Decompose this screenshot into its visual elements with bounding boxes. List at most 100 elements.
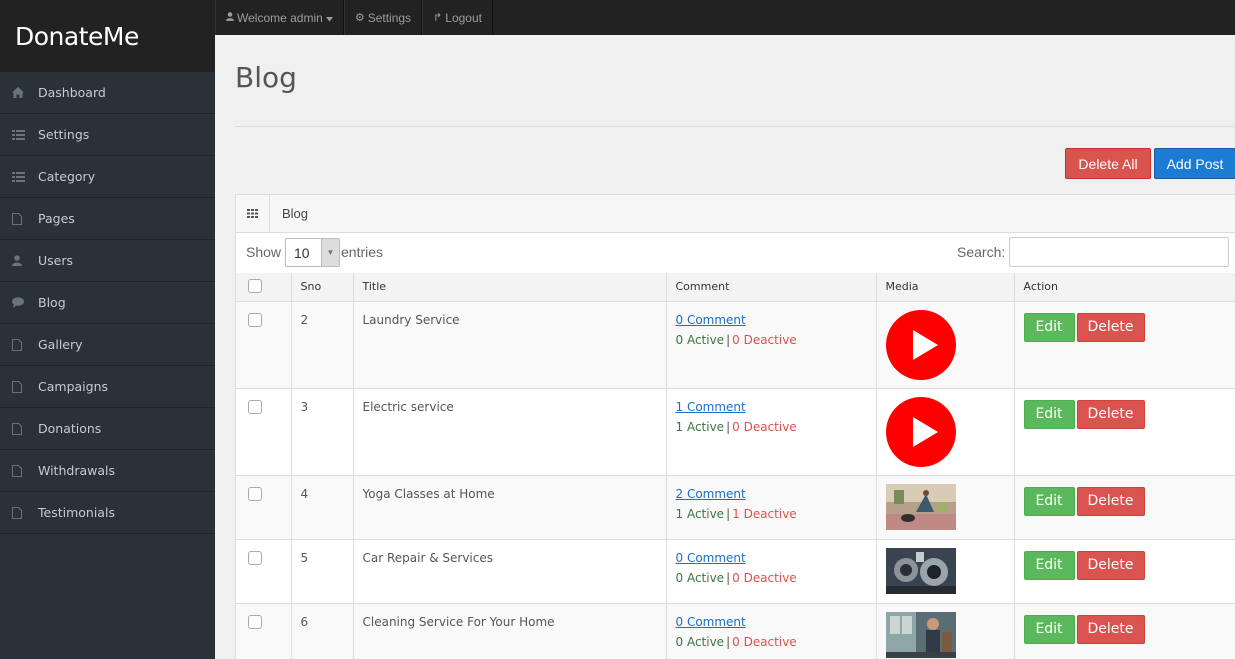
delete-button[interactable]: Delete (1076, 550, 1145, 580)
sidebar-item-label: Users (38, 253, 74, 268)
row-checkbox[interactable] (248, 399, 262, 414)
row-sno: 6 (291, 603, 354, 659)
row-checkbox[interactable] (248, 486, 262, 501)
comment-link[interactable]: 0 Comment (676, 313, 876, 327)
column-header-action[interactable]: Action (1014, 273, 1235, 302)
delete-button[interactable]: Delete (1076, 614, 1145, 644)
file-icon (12, 506, 38, 519)
welcome-label: Welcome admin (237, 10, 323, 25)
sidebar-nav: Dashboard Settings Category Pages Users … (0, 72, 215, 534)
youtube-play-icon[interactable] (885, 309, 956, 380)
table-controls: Show 10 ▼ entries Search: (236, 233, 1235, 273)
sidebar-item-label: Category (38, 169, 96, 184)
settings-label: Settings (367, 10, 412, 25)
blog-table: Sno Title Comment Media Action 2 Laundry… (236, 273, 1235, 659)
sidebar-item-blog[interactable]: Blog (0, 282, 215, 324)
brand-logo[interactable]: DonateMe (0, 0, 215, 72)
chevron-down-icon: ▼ (321, 239, 339, 266)
sidebar-item-label: Donations (38, 421, 102, 436)
file-icon (12, 422, 38, 435)
panel-title: Blog (282, 206, 309, 221)
file-icon (12, 338, 38, 351)
blog-panel: Blog Show 10 ▼ entries Search: Sno Title… (235, 194, 1235, 659)
add-post-button[interactable]: Add Post (1154, 148, 1235, 179)
table-row: 5 Car Repair & Services 0 Comment 0 Acti… (236, 539, 1235, 604)
sidebar-item-label: Settings (38, 127, 90, 142)
edit-button[interactable]: Edit (1023, 614, 1075, 644)
sidebar-item-pages[interactable]: Pages (0, 198, 215, 240)
row-sno: 5 (291, 539, 354, 604)
page-length-select[interactable]: 10 ▼ (285, 238, 340, 267)
sidebar-item-dashboard[interactable]: Dashboard (0, 72, 215, 114)
delete-button[interactable]: Delete (1076, 399, 1145, 429)
column-header-sno[interactable]: Sno (291, 273, 354, 302)
sidebar-item-withdrawals[interactable]: Withdrawals (0, 450, 215, 492)
edit-button[interactable]: Edit (1023, 399, 1075, 429)
active-count: 0 Active (675, 570, 725, 585)
table-row: 4 Yoga Classes at Home 2 Comment 1 Activ… (236, 475, 1235, 540)
delete-button[interactable]: Delete (1076, 312, 1145, 342)
cleaning-photo[interactable] (885, 611, 956, 658)
user-icon (12, 255, 38, 266)
active-count: 0 Active (675, 332, 725, 347)
row-checkbox[interactable] (248, 312, 262, 327)
list-icon (12, 171, 38, 182)
column-header-media[interactable]: Media (876, 273, 1015, 302)
column-header-title[interactable]: Title (353, 273, 667, 302)
table-row: 3 Electric service 1 Comment 1 Active | 0 … (236, 388, 1235, 476)
row-checkbox[interactable] (248, 550, 262, 565)
panel-header: Blog (236, 195, 1235, 233)
main-content: Blog Delete All Add Post Blog Show 10 ▼ … (215, 35, 1235, 659)
car-engine-photo[interactable] (885, 547, 956, 594)
edit-button[interactable]: Edit (1023, 550, 1075, 580)
edit-button[interactable]: Edit (1023, 486, 1075, 516)
page-title: Blog (235, 61, 297, 94)
settings-link[interactable]: ⚙ Settings (343, 0, 423, 35)
comment-link[interactable]: 1 Comment (676, 400, 876, 414)
file-icon (12, 464, 38, 477)
sidebar-item-campaigns[interactable]: Campaigns (0, 366, 215, 408)
show-label: Show (246, 244, 282, 260)
row-sno: 4 (291, 475, 354, 540)
youtube-play-icon[interactable] (885, 396, 956, 467)
file-icon (12, 380, 38, 393)
active-count: 0 Active (675, 634, 725, 649)
gear-icon: ⚙ (354, 12, 365, 24)
select-all-header (236, 273, 292, 302)
yoga-photo[interactable] (885, 483, 956, 530)
deactive-count: 0 Deactive (732, 570, 797, 585)
row-title: Cleaning Service For Your Home (353, 603, 667, 659)
sidebar-item-users[interactable]: Users (0, 240, 215, 282)
column-header-comment[interactable]: Comment (666, 273, 877, 302)
sidebar-item-donations[interactable]: Donations (0, 408, 215, 450)
comment-link[interactable]: 0 Comment (676, 551, 876, 565)
sidebar-item-label: Testimonials (38, 505, 115, 520)
active-count: 1 Active (675, 506, 725, 521)
edit-button[interactable]: Edit (1023, 312, 1075, 342)
sidebar-item-gallery[interactable]: Gallery (0, 324, 215, 366)
delete-all-button[interactable]: Delete All (1065, 148, 1151, 179)
deactive-count: 1 Deactive (732, 506, 797, 521)
logout-link[interactable]: ↱ Logout (422, 0, 493, 35)
sidebar-item-testimonials[interactable]: Testimonials (0, 492, 215, 534)
comment-link[interactable]: 2 Comment (676, 487, 876, 501)
sidebar-item-label: Dashboard (38, 85, 106, 100)
row-sno: 2 (291, 301, 354, 389)
delete-button[interactable]: Delete (1076, 486, 1145, 516)
comment-link[interactable]: 0 Comment (676, 615, 876, 629)
search-input[interactable] (1009, 237, 1229, 267)
sidebar-item-label: Withdrawals (38, 463, 115, 478)
user-menu-dropdown[interactable]: Welcome admin (215, 0, 344, 35)
row-checkbox[interactable] (248, 614, 262, 629)
sidebar-item-label: Campaigns (38, 379, 109, 394)
sidebar-item-category[interactable]: Category (0, 156, 215, 198)
sidebar-item-settings[interactable]: Settings (0, 114, 215, 156)
active-count: 1 Active (675, 419, 725, 434)
deactive-count: 0 Deactive (732, 332, 797, 347)
sidebar-item-label: Pages (38, 211, 75, 226)
select-all-checkbox[interactable] (248, 279, 262, 294)
row-sno: 3 (291, 388, 354, 476)
row-title: Yoga Classes at Home (353, 475, 667, 540)
logout-label: Logout (445, 10, 482, 25)
deactive-count: 0 Deactive (732, 634, 797, 649)
